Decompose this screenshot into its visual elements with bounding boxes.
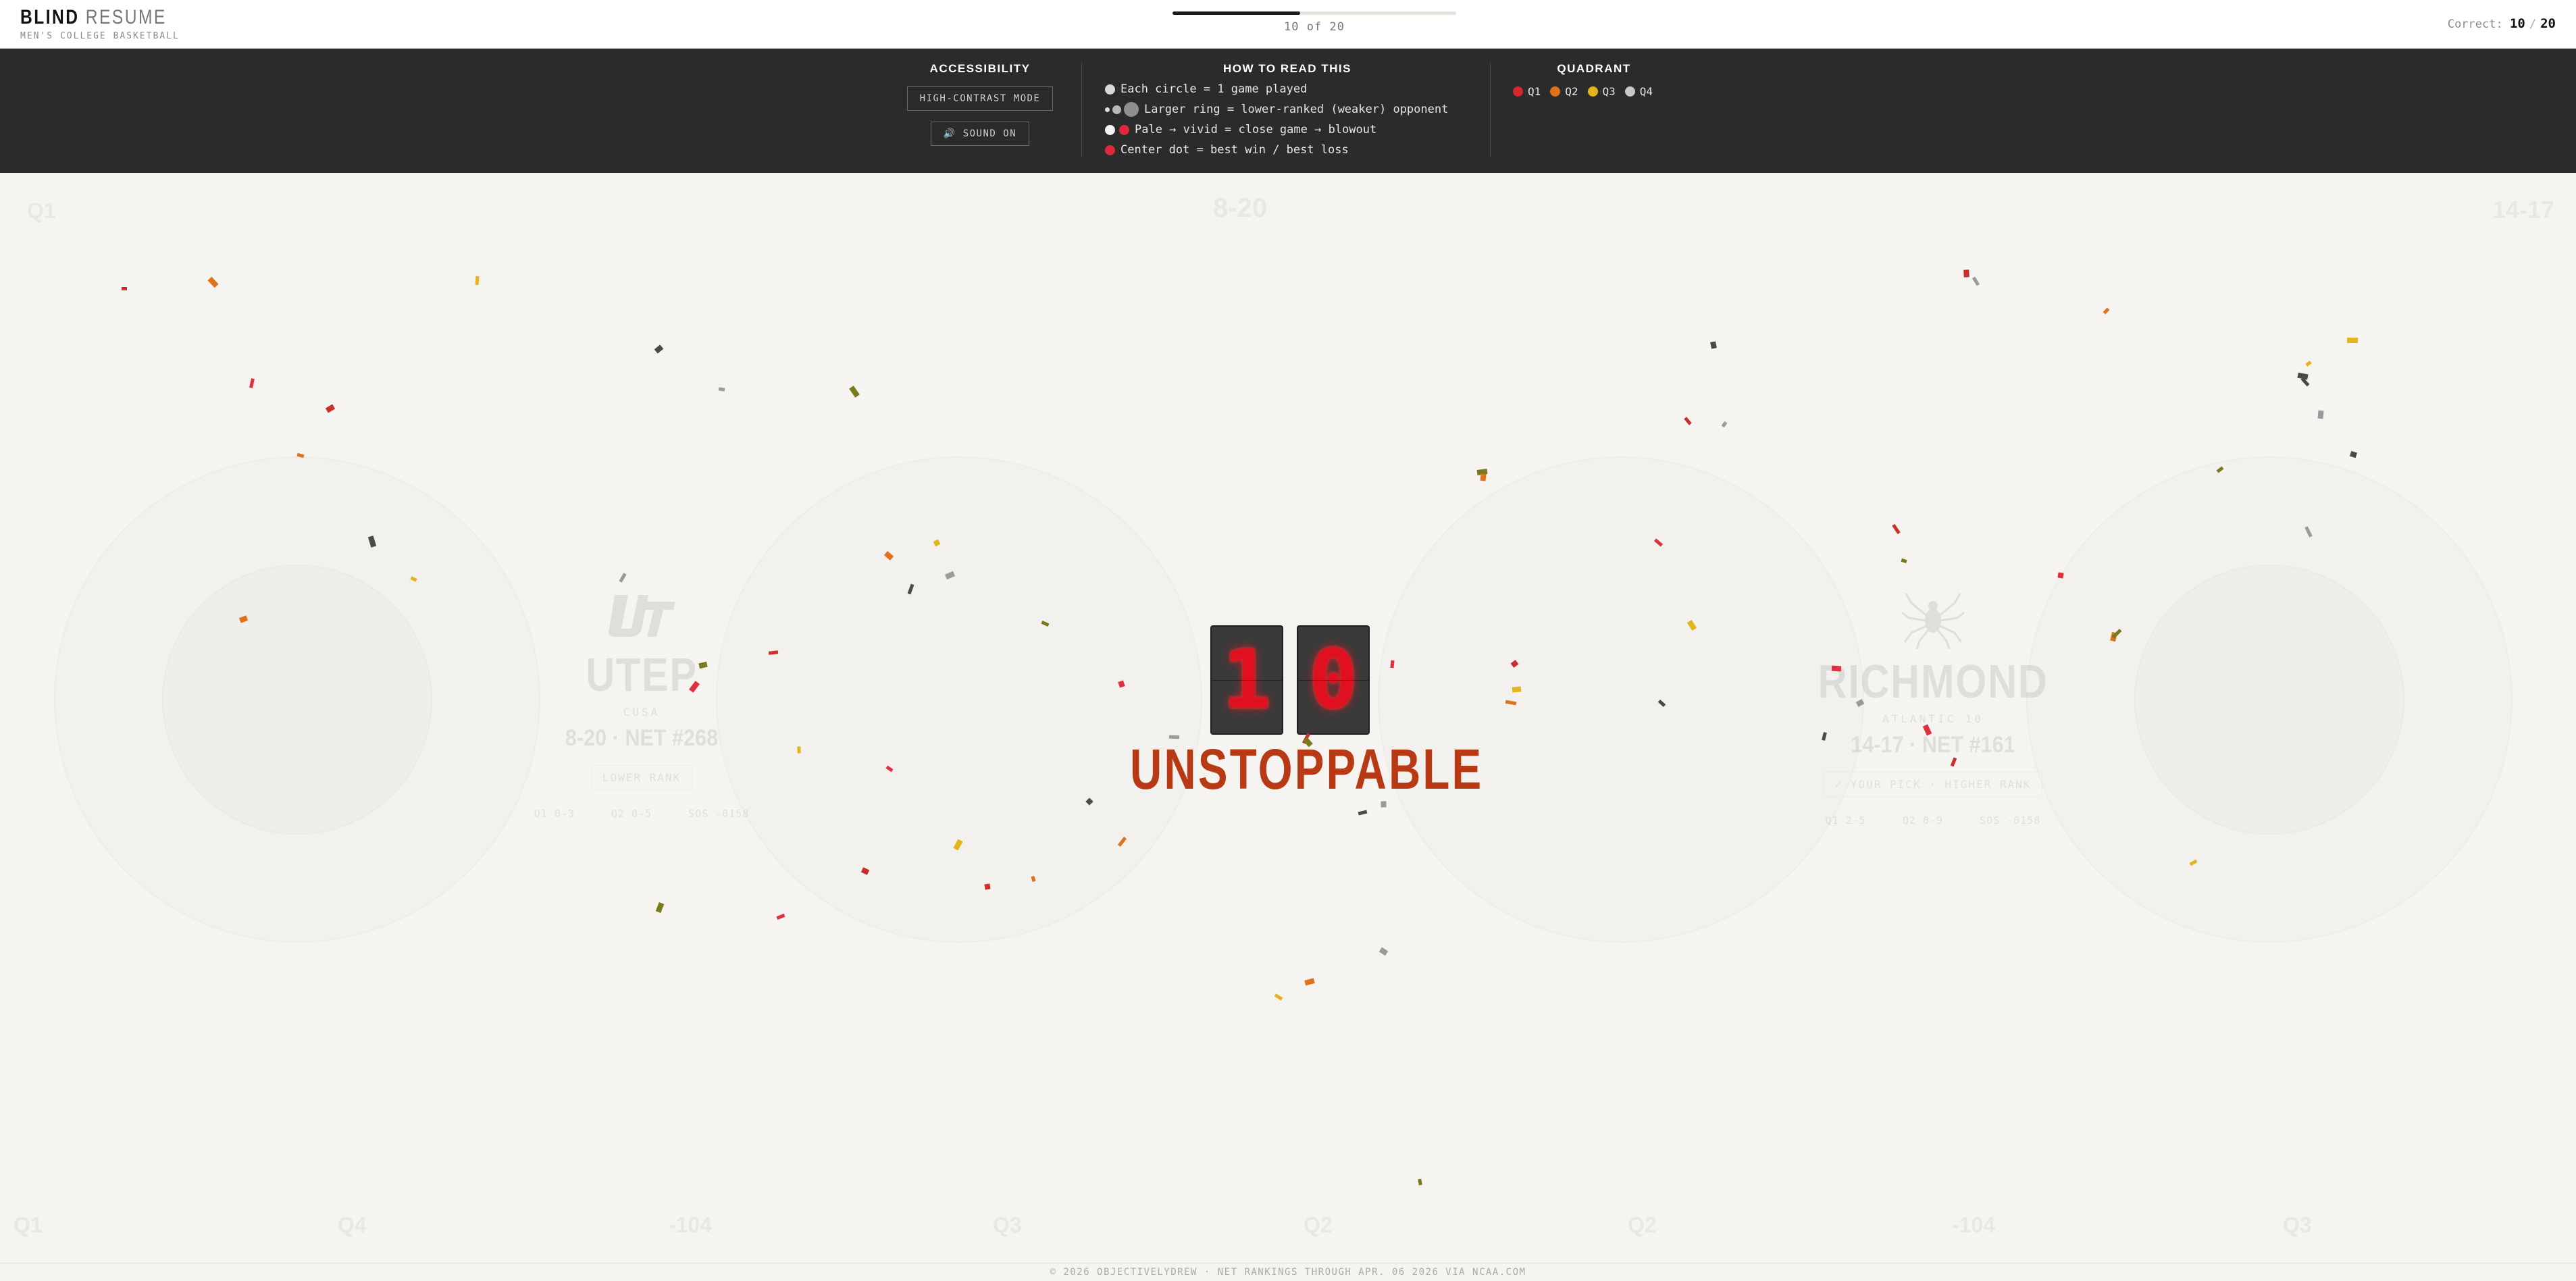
resume-ring [162, 565, 432, 835]
score-total: 20 [2540, 16, 2556, 31]
brand-primary: BLIND [20, 6, 80, 28]
pale-circle-icon [1105, 124, 1115, 135]
progress-fill [1173, 11, 1300, 15]
how-to-heading: HOW TO READ THIS [1223, 62, 1351, 75]
app-title: BLIND RESUME [20, 5, 167, 30]
how-to-read-section: HOW TO READ THIS Each circle = 1 game pl… [1105, 62, 1470, 157]
top-bar: BLIND RESUME MEN'S COLLEGE BASKETBALL 10… [0, 0, 2576, 49]
app-subtitle: MEN'S COLLEGE BASKETBALL [20, 31, 180, 41]
legend-text: Larger ring = lower-ranked (weaker) oppo… [1144, 103, 1449, 116]
vivid-circle-icon [1119, 124, 1129, 135]
bg-label: Q4 [338, 1213, 367, 1237]
brand-secondary: RESUME [85, 6, 167, 28]
center-dot-icon [1105, 145, 1115, 155]
q2-dot-icon [1550, 86, 1561, 97]
legend-row-center-dot: Center dot = best win / best loss [1105, 143, 1470, 157]
quadrant-label: Q2 [1565, 85, 1578, 98]
legend-text: Pale → vivid = close game → blowout [1135, 123, 1377, 136]
spider-logo-icon [1901, 593, 1965, 650]
team-name: RICHMOND [1818, 655, 2049, 708]
team-stats: Q1 2-5 Q2 0-9 SOS -0158 [1764, 814, 2102, 827]
quadrant-q3: Q3 [1587, 85, 1616, 98]
team-stats: Q1 0-3 Q2 0-5 SOS -0158 [473, 808, 810, 820]
quadrant-q1: Q1 [1513, 85, 1541, 98]
bg-label: Q2 [1304, 1213, 1333, 1237]
utep-logo-icon [609, 595, 675, 637]
bg-label: Q3 [2283, 1213, 2312, 1237]
bg-label: -104 [1952, 1213, 1996, 1237]
quadrant-q4: Q4 [1624, 85, 1653, 98]
footer: © 2026 OBJECTIVELYDREW · NET RANKINGS TH… [0, 1263, 2576, 1281]
high-contrast-button[interactable]: HIGH-CONTRAST MODE [906, 86, 1054, 111]
pick-badge: LOWER RANK [590, 765, 693, 790]
legend-row-intensity: Pale → vivid = close game → blowout [1105, 123, 1470, 136]
quadrant-label: Q3 [1602, 85, 1616, 98]
large-circle-icon [1124, 102, 1139, 117]
bg-label: -104 [669, 1213, 713, 1237]
progress-track [1173, 11, 1456, 15]
bg-label: 14-17 [2492, 196, 2555, 224]
team-card-left[interactable]: UTEP CUSA 8-20 · NET #268 LOWER RANK Q1 … [473, 588, 810, 820]
info-panel: ACCESSIBILITY HIGH-CONTRAST MODE 🔊 SOUND… [0, 49, 2576, 173]
bg-label: Q3 [993, 1213, 1022, 1237]
legend-row-circle: Each circle = 1 game played [1105, 82, 1470, 96]
medium-circle-icon [1112, 105, 1121, 114]
stat-q2: Q2 0-5 [611, 808, 652, 820]
quadrant-section: QUADRANT Q1 Q2 Q3 Q4 [1513, 62, 1675, 98]
accessibility-heading: ACCESSIBILITY [929, 62, 1031, 75]
panel-divider [1490, 62, 1491, 157]
team-record: 14-17 · NET #161 [1851, 732, 2015, 758]
pick-badge: ✓ YOUR PICK · HIGHER RANK [1823, 772, 2043, 797]
resume-ring [2134, 565, 2404, 835]
brand: BLIND RESUME MEN'S COLLEGE BASKETBALL [20, 5, 199, 41]
streak-counter: 1 0 [1210, 625, 1370, 735]
circle-icon [1105, 84, 1115, 95]
streak-title: UNSTOPPABLE [1130, 737, 1484, 801]
quadrant-q2: Q2 [1550, 85, 1578, 98]
score: Correct: 10/20 [2447, 16, 2556, 31]
q4-dot-icon [1624, 86, 1635, 97]
bg-label: Q1 [14, 1213, 43, 1237]
q1-dot-icon [1513, 86, 1523, 97]
quadrant-label: Q4 [1639, 85, 1653, 98]
streak-digit: 1 [1210, 625, 1283, 735]
team-card-right[interactable]: RICHMOND ATLANTIC 10 14-17 · NET #161 ✓ … [1764, 588, 2102, 827]
quadrant-legend: Q1 Q2 Q3 Q4 [1513, 85, 1675, 98]
legend-row-ring-size: Larger ring = lower-ranked (weaker) oppo… [1105, 102, 1470, 117]
team-record: 8-20 · NET #268 [565, 725, 719, 751]
panel-divider [1081, 62, 1082, 157]
team-conference: ATLANTIC 10 [1882, 712, 1984, 725]
score-correct: 10 [2509, 16, 2525, 31]
stat-q1: Q1 2-5 [1825, 814, 1866, 827]
team-name: UTEP [586, 648, 698, 701]
bg-label: 8-20 [1213, 193, 1268, 223]
stat-q1: Q1 0-3 [534, 808, 575, 820]
bg-label: Q1 [27, 199, 56, 223]
progress-label: 10 of 20 [1284, 20, 1345, 34]
sound-toggle-button[interactable]: 🔊 SOUND ON [930, 122, 1030, 146]
stat-sos: SOS -0158 [688, 808, 750, 820]
game-stage: Q1 8-20 14-17 Q1 Q4 -104 Q3 Q2 Q2 -104 Q… [0, 173, 2576, 1263]
stat-q2: Q2 0-9 [1902, 814, 1944, 827]
progress: 10 of 20 [1173, 11, 1456, 34]
quadrant-heading: QUADRANT [1557, 62, 1631, 75]
small-circle-icon [1105, 107, 1110, 112]
bg-label: Q2 [1628, 1213, 1657, 1237]
streak-digit: 0 [1297, 625, 1370, 735]
q3-dot-icon [1587, 86, 1598, 97]
legend-text: Center dot = best win / best loss [1120, 143, 1349, 157]
quadrant-label: Q1 [1528, 85, 1541, 98]
legend-text: Each circle = 1 game played [1120, 82, 1308, 96]
accessibility-section: ACCESSIBILITY HIGH-CONTRAST MODE 🔊 SOUND… [902, 62, 1058, 146]
team-conference: CUSA [623, 706, 661, 718]
score-label: Correct: [2447, 18, 2503, 31]
stat-sos: SOS -0158 [1980, 814, 2041, 827]
